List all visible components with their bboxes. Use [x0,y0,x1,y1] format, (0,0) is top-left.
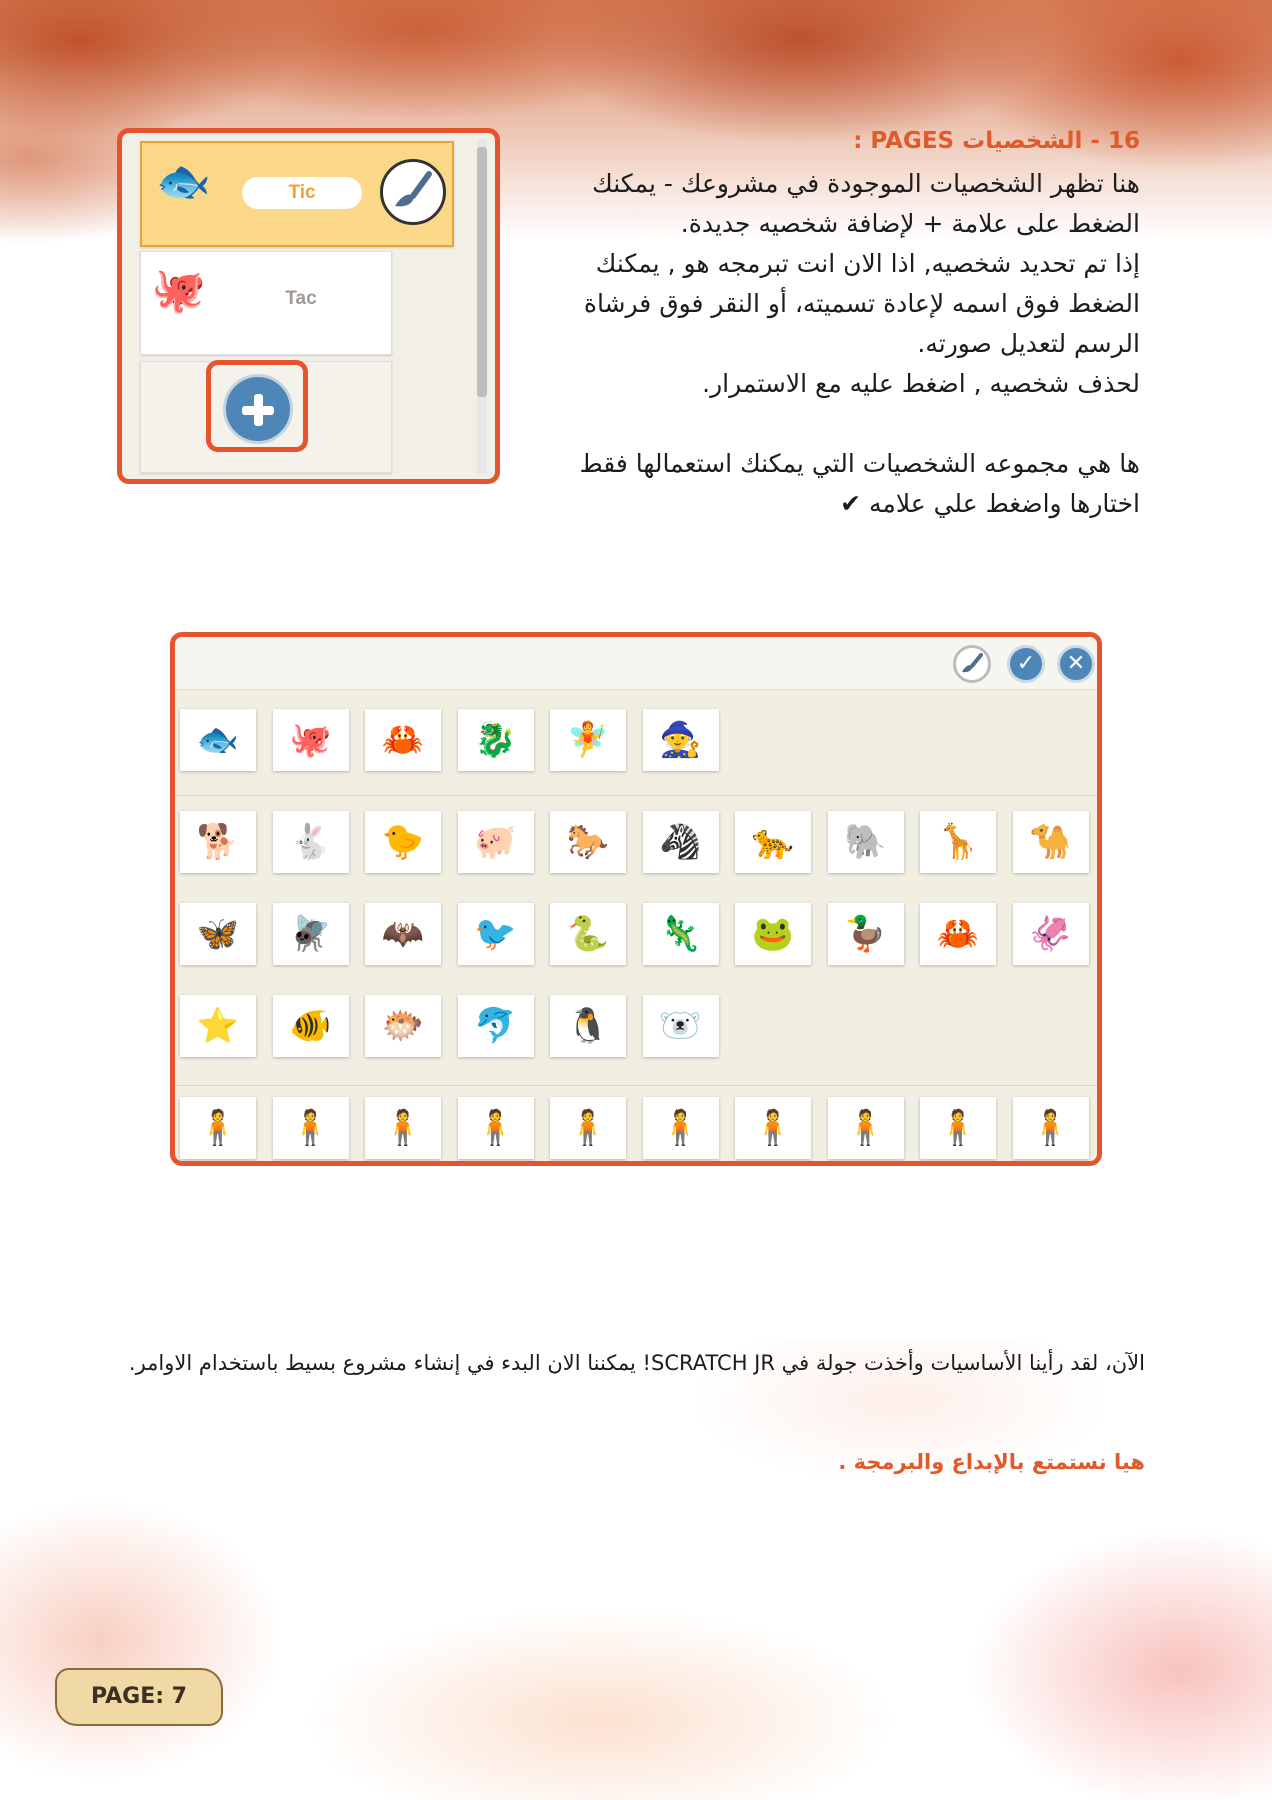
character-tile[interactable]: 🐪 [1012,811,1089,873]
character-tile[interactable]: 🐤 [365,811,441,873]
tic-fish-icon: 🐟 [156,156,211,207]
character-tile[interactable]: 🧍 [1012,1097,1089,1159]
character-tile[interactable]: 🦀 [365,709,441,771]
character-tile[interactable]: 🧍 [642,1097,719,1159]
paintbrush-icon[interactable] [380,159,446,225]
character-library-panel: ✓ ✕ 🐟 🐙 🦀 🐉 🧚 🧙 🐕 🐇 🐤 🐖 🐎 🦓 🐆 🐘 🦒 🐪 🦋 🪰 🦇 🐦 🐍 🦎 🐸 🦆 🦀 🦑 ⭐ 🐠 🐡 🐬 🐧 🐻‍❄️ 🧍… [170,632,1102,1166]
plus-icon[interactable] [223,374,293,444]
paragraph-intro: هنا تظهر الشخصيات الموجودة في مشروعك - ي… [592,169,1140,238]
section-heading: 16 - الشخصيات PAGES : [853,128,1140,154]
character-tile[interactable]: 🧍 [365,1097,441,1159]
character-tile[interactable]: 🐙 [272,709,349,771]
character-tile[interactable]: 🧙 [642,709,719,771]
paragraph-select: إذا تم تحديد شخصيه, اذا الان انت تبرمجه … [583,249,1140,358]
character-tile[interactable]: 🐉 [457,709,534,771]
confirm-button[interactable]: ✓ [1007,645,1045,683]
character-tile[interactable]: 🧍 [272,1097,349,1159]
row-divider [175,795,1097,796]
character-tile[interactable]: 🦀 [920,903,996,965]
paint-editor-button[interactable] [953,645,991,683]
paragraph-library: ها هي مجموعه الشخصيات التي يمكنك استعمال… [579,449,1140,518]
character-tile[interactable]: 🐸 [735,903,811,965]
character-tile[interactable]: 🦓 [642,811,719,873]
cancel-button[interactable]: ✕ [1057,645,1095,683]
sprite-name-tic[interactable]: Tic [242,177,362,209]
character-tile[interactable]: 🧍 [735,1097,811,1159]
character-tile[interactable]: 🐇 [272,811,349,873]
sprite-card-tic[interactable]: 🐟 Tic [140,141,454,247]
character-tile[interactable]: 🐟 [180,709,256,771]
sprite-name-tac[interactable]: Tac [261,288,341,310]
character-tile[interactable]: 🦋 [180,903,256,965]
character-tile[interactable]: 🐧 [550,995,626,1057]
character-tile[interactable]: 🦎 [642,903,719,965]
character-tile[interactable]: 🐠 [272,995,349,1057]
character-tile[interactable]: 🪰 [272,903,349,965]
character-tile[interactable]: 🧍 [827,1097,904,1159]
character-tile[interactable]: 🐬 [457,995,534,1057]
character-tile[interactable]: 🐎 [550,811,626,873]
character-tile[interactable]: 🐕 [180,811,256,873]
outro-paragraph: الآن، لقد رأينا الأساسيات وأخذت جولة في … [128,1351,1145,1375]
character-tile[interactable]: 🐻‍❄️ [642,995,719,1057]
character-tile[interactable]: 🐆 [735,811,811,873]
row-divider [175,1085,1097,1086]
character-tile[interactable]: 🐦 [457,903,534,965]
character-tile[interactable]: ⭐ [180,995,256,1057]
character-tile[interactable]: 🐖 [457,811,534,873]
page-number-badge: PAGE: 7 [55,1668,223,1726]
sprite-list-panel: 🐟 Tic 🐙 Tac [117,128,500,484]
character-tile[interactable]: 🧍 [180,1097,256,1159]
paintbrush-icon [962,653,983,673]
watercolor-footer [0,1340,1272,1800]
character-tile[interactable]: 🧍 [457,1097,534,1159]
character-tile[interactable]: 🐡 [365,995,441,1057]
character-tile[interactable]: 🧍 [550,1097,626,1159]
scrollbar[interactable] [477,139,487,474]
tac-octopus-icon: 🐙 [151,265,206,316]
character-tile[interactable]: 🦒 [920,811,996,873]
character-tile[interactable]: 🐍 [550,903,626,965]
character-tile[interactable]: 🦇 [365,903,441,965]
sprite-card-tac[interactable]: 🐙 Tac [140,251,392,355]
scrollbar-thumb[interactable] [477,147,487,397]
character-tile[interactable]: 🧍 [920,1097,996,1159]
character-tile[interactable]: 🦆 [827,903,904,965]
character-tile[interactable]: 🐘 [827,811,904,873]
character-tile[interactable]: 🦑 [1012,903,1089,965]
closing-line: هيا نستمتع بالإبداع والبرمجة . [838,1450,1145,1474]
paragraph-delete: لحذف شخصيه , اضغط عليه مع الاستمرار. [702,369,1140,398]
character-tile[interactable]: 🧚 [550,709,626,771]
